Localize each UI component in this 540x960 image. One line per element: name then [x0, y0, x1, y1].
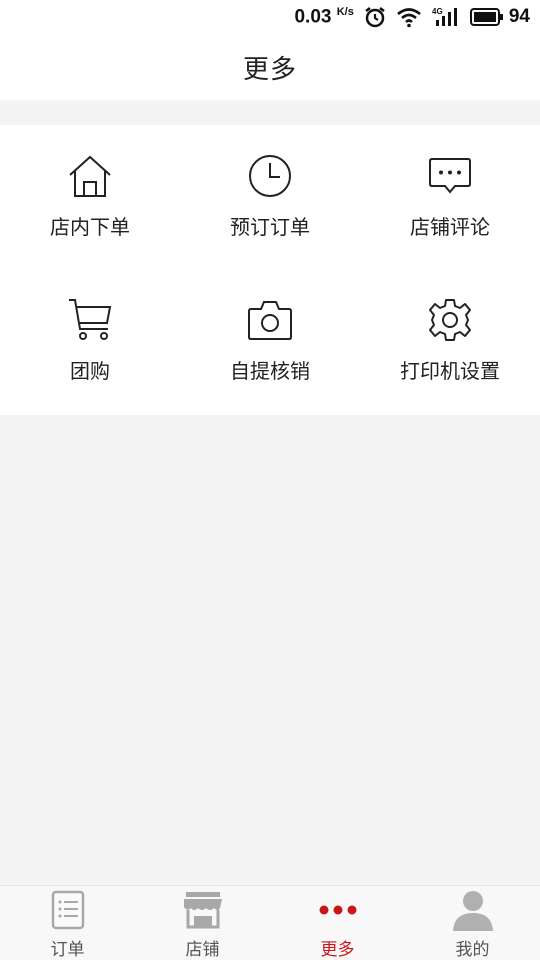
cellular-signal-icon: 4G	[432, 6, 460, 28]
grid-item-label: 店内下单	[50, 215, 130, 239]
more-dots-icon	[317, 888, 359, 931]
comment-icon	[427, 153, 473, 199]
wifi-icon	[396, 6, 422, 28]
title-bar: 更多	[0, 34, 540, 100]
tab-label: 订单	[50, 940, 85, 960]
alarm-icon	[364, 6, 386, 28]
tab-label: 更多	[320, 940, 355, 960]
grid-item-label: 预订订单	[230, 215, 310, 239]
grid-item-dine-in-order[interactable]: 店内下单	[0, 153, 180, 273]
clock-icon	[247, 153, 293, 199]
tab-orders[interactable]: 订单	[0, 886, 135, 960]
tab-label: 店铺	[185, 940, 220, 960]
grid-item-pickup-verification[interactable]: 自提核销	[180, 297, 360, 417]
tab-label: 我的	[455, 940, 490, 960]
store-icon	[182, 888, 224, 931]
bottom-tab-bar: 订单 店铺 更多 我的	[0, 885, 540, 960]
grid-item-reservation-orders[interactable]: 预订订单	[180, 153, 360, 273]
battery-level: 94	[508, 6, 530, 27]
home-icon	[67, 153, 113, 199]
tab-more[interactable]: 更多	[270, 886, 405, 960]
grid-item-label: 自提核销	[230, 359, 310, 383]
grid-item-label: 店铺评论	[410, 215, 490, 239]
cart-icon	[67, 297, 113, 343]
page-title: 更多	[242, 54, 297, 85]
grid-item-group-buy[interactable]: 团购	[0, 297, 180, 417]
user-icon	[452, 888, 494, 931]
network-speed: 0.03 K/s	[294, 6, 353, 28]
tab-profile[interactable]: 我的	[405, 886, 540, 960]
camera-icon	[247, 297, 293, 343]
feature-grid: 店内下单 预订订单 店铺评论 团购 自提核销 打印机设置	[0, 125, 540, 415]
grid-item-label: 团购	[70, 359, 110, 383]
network-type-label: 4G	[432, 7, 443, 16]
network-speed-unit: K/s	[336, 5, 354, 18]
gear-icon	[427, 297, 473, 343]
grid-item-store-reviews[interactable]: 店铺评论	[360, 153, 540, 273]
status-bar: 0.03 K/s 4G 94	[0, 0, 540, 34]
network-speed-value: 0.03	[294, 6, 332, 28]
grid-item-printer-settings[interactable]: 打印机设置	[360, 297, 540, 417]
grid-item-label: 打印机设置	[400, 359, 500, 383]
order-list-icon	[47, 888, 89, 931]
battery: 94	[469, 6, 530, 28]
battery-icon	[469, 8, 503, 26]
tab-store[interactable]: 店铺	[135, 886, 270, 960]
